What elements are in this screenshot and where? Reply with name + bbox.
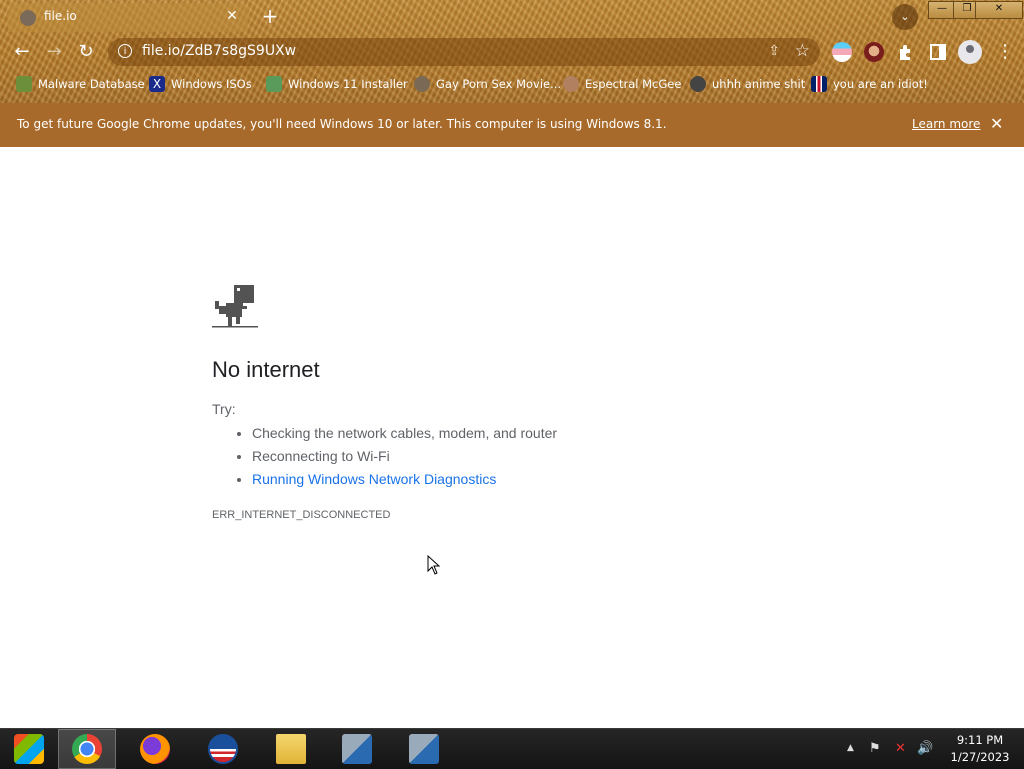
anime-icon — [690, 76, 706, 92]
network-diagnostics-link[interactable]: Running Windows Network Diagnostics — [252, 469, 557, 492]
taskbar-chrome[interactable] — [58, 729, 116, 769]
bookmark-espectral-mcgee[interactable]: Espectral McGee — [563, 72, 681, 96]
extension-flag-icon[interactable] — [832, 42, 852, 62]
bookmark-malware-database[interactable]: Malware Database — [16, 72, 145, 96]
chrome-menu-button[interactable]: ⋮ — [996, 40, 1014, 64]
chrome-icon — [72, 734, 102, 764]
tab-search-button[interactable]: ⌄ — [892, 4, 918, 30]
flag-icon — [811, 76, 827, 92]
taskbar-file-explorer[interactable] — [262, 729, 320, 769]
browser-tab[interactable]: file.io ✕ — [8, 3, 248, 32]
share-icon[interactable]: ⇪ — [768, 43, 780, 59]
start-button[interactable] — [0, 729, 58, 769]
taskbar-clock[interactable]: 9:11 PM 1/27/2023 — [938, 732, 1022, 766]
bookmark-movie-site[interactable]: Gay Porn Sex Movie... — [414, 72, 561, 96]
reload-button[interactable]: ↻ — [74, 40, 98, 64]
list-item: Checking the network cables, modem, and … — [252, 423, 557, 446]
taskbar: ▲ ⚑ ✕ 🔊 9:11 PM 1/27/2023 — [0, 728, 1024, 769]
profile-avatar[interactable] — [958, 40, 982, 64]
clock-time: 9:11 PM — [956, 733, 1004, 747]
bookmark-star-icon[interactable]: ☆ — [795, 41, 810, 61]
back-button[interactable]: ← — [10, 40, 34, 64]
try-label: Try: — [212, 401, 236, 417]
taskbar-obama-app[interactable] — [194, 729, 252, 769]
folder-icon — [276, 734, 306, 764]
action-center-flag-icon[interactable]: ⚑ — [869, 741, 881, 756]
suggestion-list: Checking the network cables, modem, and … — [212, 423, 557, 492]
network-setup-icon — [409, 734, 439, 764]
globe-icon — [414, 76, 430, 92]
volume-icon[interactable]: 🔊 — [917, 741, 933, 756]
windows-icon — [14, 734, 44, 764]
clock-date: 1/27/2023 — [950, 750, 1010, 764]
dinosaur-icon — [212, 285, 258, 328]
tab-close-icon[interactable]: ✕ — [222, 6, 242, 26]
address-bar[interactable]: i file.io/ZdB7s8gS9UXw ⇪ ☆ — [108, 38, 820, 66]
show-hidden-icons-chevron-icon[interactable]: ▲ — [847, 743, 854, 753]
globe-icon — [20, 10, 36, 26]
mouse-cursor-icon — [427, 555, 441, 575]
taskbar-firefox[interactable] — [126, 729, 184, 769]
learn-more-link[interactable]: Learn more — [912, 117, 980, 131]
installer-icon — [266, 76, 282, 92]
bookmark-anime[interactable]: uhhh anime shit — [690, 72, 805, 96]
windows-isos-icon: X — [149, 76, 165, 92]
bookmarks-bar: Malware Database X Windows ISOs Windows … — [0, 72, 1024, 96]
browser-frame: file.io ✕ + ⌄ — ❐ ✕ ← → ↻ i file.io/ZdB7… — [0, 0, 1024, 103]
window-close-button[interactable]: ✕ — [975, 1, 1023, 19]
new-tab-button[interactable]: + — [258, 5, 282, 29]
taskbar-network-app-2[interactable] — [395, 729, 453, 769]
list-item: Reconnecting to Wi-Fi — [252, 446, 557, 469]
extensions-puzzle-icon[interactable] — [896, 42, 916, 62]
network-setup-icon — [342, 734, 372, 764]
bookmark-windows-11-installer[interactable]: Windows 11 Installer — [266, 72, 408, 96]
firefox-icon — [140, 734, 170, 764]
url-text[interactable]: file.io/ZdB7s8gS9UXw — [142, 43, 296, 59]
bookmark-windows-isos[interactable]: X Windows ISOs — [149, 72, 252, 96]
site-info-icon[interactable]: i — [118, 44, 132, 58]
tab-title: file.io — [44, 9, 77, 23]
minimize-button[interactable]: — — [928, 1, 956, 19]
side-panel-icon[interactable] — [928, 42, 948, 62]
update-infobar: To get future Google Chrome updates, you… — [0, 103, 1024, 147]
infobar-message: To get future Google Chrome updates, you… — [17, 117, 667, 131]
forward-button[interactable]: → — [42, 40, 66, 64]
malware-database-icon — [16, 76, 32, 92]
extension-avatar-icon[interactable] — [864, 42, 884, 62]
face-icon — [563, 76, 579, 92]
obama-logo-icon — [208, 734, 238, 764]
infobar-close-icon[interactable]: ✕ — [990, 114, 1003, 133]
error-title: No internet — [212, 357, 320, 382]
network-disconnected-icon[interactable]: ✕ — [895, 741, 906, 756]
error-code: ERR_INTERNET_DISCONNECTED — [212, 509, 391, 521]
bookmark-you-are-an-idiot[interactable]: you are an idiot! — [811, 72, 928, 96]
taskbar-network-app-1[interactable] — [328, 729, 386, 769]
